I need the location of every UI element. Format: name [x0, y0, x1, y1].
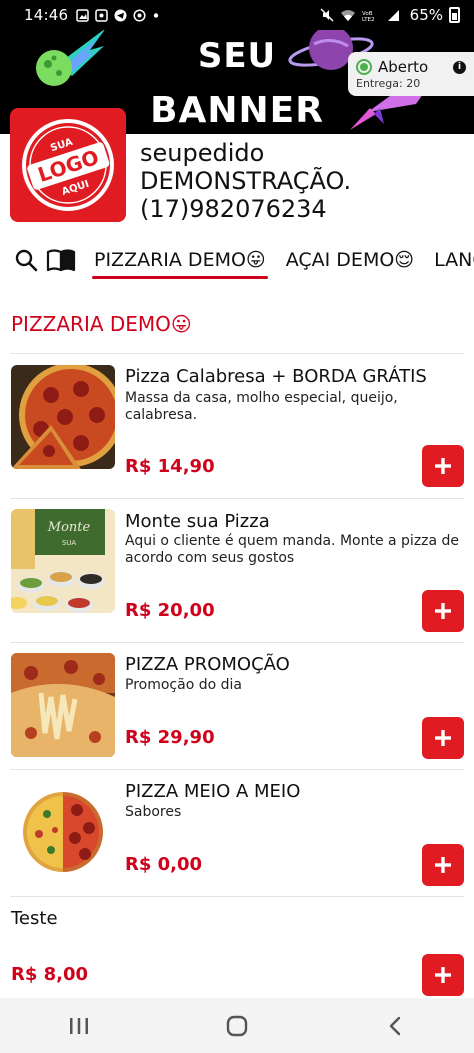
tab-pizzaria-demo[interactable]: PIZZARIA DEMO😛: [90, 249, 276, 279]
system-nav-bar: [0, 998, 474, 1053]
recent-apps-icon: [70, 1017, 88, 1034]
info-icon[interactable]: i: [453, 60, 466, 74]
plus-icon: [435, 603, 451, 619]
search-icon[interactable]: [14, 245, 38, 275]
product-price: R$ 0,00: [125, 854, 203, 875]
product-description: Massa da casa, molho especial, queijo, c…: [125, 390, 398, 423]
product-image: Monte SUA: [11, 509, 115, 613]
store-name: seupedido: [140, 139, 265, 167]
product-image: [11, 780, 115, 884]
product-price: R$ 14,90: [125, 456, 215, 477]
open-status-icon: [356, 59, 372, 75]
notification-icon: [95, 8, 108, 22]
home-button[interactable]: [207, 1006, 267, 1046]
svg-text:Monte: Monte: [47, 520, 91, 535]
volte-icon: VoBLTE2: [362, 11, 375, 22]
image-icon: [76, 8, 89, 22]
category-tabs: PIZZARIA DEMO😛 AÇAI DEMO😌 LANCHES: [0, 238, 474, 282]
store-logo: LOGO SUA AQUI: [10, 108, 126, 222]
divider: [10, 642, 464, 643]
menu-book-icon[interactable]: [46, 245, 76, 275]
add-to-cart-button[interactable]: [422, 717, 464, 759]
product-price: R$ 20,00: [125, 600, 215, 621]
store-info: seupedido DEMONSTRAÇÃO. (17)982076234: [140, 139, 351, 223]
plus-icon: [435, 730, 451, 746]
add-to-cart-button[interactable]: [422, 844, 464, 886]
home-icon: [226, 1015, 248, 1036]
dot-icon: [154, 12, 159, 18]
plus-icon: [435, 458, 451, 474]
divider: [10, 896, 464, 897]
product-price: R$ 29,90: [125, 727, 215, 748]
plus-icon: [435, 857, 451, 873]
store-phone[interactable]: (17)982076234: [140, 195, 351, 223]
add-to-cart-button[interactable]: [422, 954, 464, 996]
product-name: Monte sua Pizza: [125, 511, 270, 532]
wifi-icon: [340, 9, 355, 21]
add-to-cart-button[interactable]: [422, 445, 464, 487]
add-to-cart-button[interactable]: [422, 590, 464, 632]
status-right-icons: VoB LTE2 65%: [320, 6, 460, 24]
battery-icon: [449, 7, 460, 23]
whatsapp-icon: [133, 8, 146, 22]
product-image: [11, 653, 115, 757]
product-description: Sabores: [125, 804, 182, 820]
back-button[interactable]: [365, 1006, 425, 1046]
svg-text:LTE2: LTE2: [362, 17, 375, 22]
product-name: Teste: [11, 908, 58, 929]
product-name: PIZZA PROMOÇÃO: [125, 654, 290, 675]
product-card[interactable]: PIZZA MEIO A MEIO Sabores R$ 0,00: [0, 769, 474, 896]
product-description: Promoção do dia: [125, 677, 242, 693]
logo-text-main: LOGO: [35, 145, 102, 187]
recent-apps-button[interactable]: [49, 1006, 109, 1046]
store-status-label: Aberto: [378, 58, 429, 76]
delivery-time: Entrega: 20: [356, 77, 421, 90]
store-status-badge[interactable]: Aberto i Entrega: 20: [348, 52, 474, 96]
svg-text:SUA: SUA: [62, 539, 77, 547]
divider: [10, 769, 464, 770]
back-icon: [389, 1016, 401, 1035]
status-left-icons: [76, 8, 160, 22]
product-card[interactable]: Pizza Calabresa + BORDA GRÁTIS Massa da …: [0, 353, 474, 499]
status-bar: 14:46 VoB LTE2 65%: [0, 0, 474, 30]
telegram-icon: [114, 9, 127, 21]
product-card[interactable]: Teste R$ 8,00: [0, 896, 474, 998]
logo-badge-icon: LOGO SUA AQUI: [22, 119, 114, 211]
product-name: PIZZA MEIO A MEIO: [125, 781, 301, 802]
divider: [10, 498, 464, 499]
product-name: Pizza Calabresa + BORDA GRÁTIS: [125, 366, 427, 387]
product-price: R$ 8,00: [11, 964, 89, 985]
plus-icon: [435, 967, 451, 983]
store-subtitle: DEMONSTRAÇÃO.: [140, 167, 352, 195]
tab-lanches[interactable]: LANCHES: [430, 249, 474, 271]
logo-text-bottom: AQUI: [61, 179, 91, 198]
product-description: Aqui o cliente é quem manda. Monte a piz…: [125, 533, 460, 566]
product-card[interactable]: Monte SUA Monte sua Pizza Aqui o cliente…: [0, 498, 474, 642]
battery-percent: 65%: [409, 6, 443, 24]
mute-icon: [320, 8, 334, 22]
product-image: [11, 365, 115, 469]
divider: [10, 353, 464, 354]
tab-acai-demo[interactable]: AÇAI DEMO😌: [282, 249, 424, 271]
signal-icon: [387, 9, 399, 21]
status-time: 14:46: [24, 6, 69, 24]
product-card[interactable]: PIZZA PROMOÇÃO Promoção do dia R$ 29,90: [0, 642, 474, 769]
section-title: PIZZARIA DEMO😛: [11, 312, 192, 336]
